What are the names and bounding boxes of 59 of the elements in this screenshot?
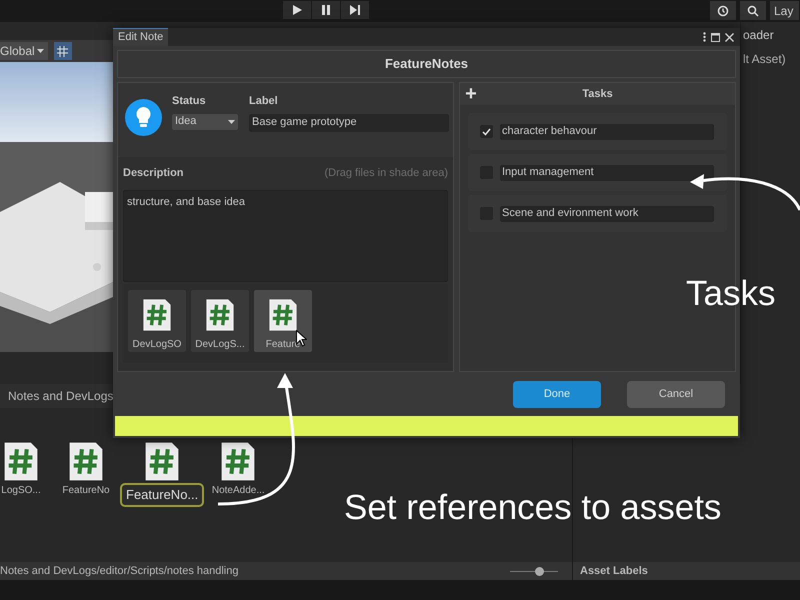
inspector-title: oader <box>743 27 775 44</box>
add-task-button[interactable]: + <box>460 83 482 105</box>
zoom-slider[interactable] <box>510 566 558 576</box>
history-button[interactable] <box>710 1 736 20</box>
description-hint: (Drag files in shade area) <box>324 166 448 181</box>
description-label: Description <box>123 166 184 181</box>
asset-item[interactable]: FeatureNo <box>55 441 117 506</box>
annotation-text: Tasks <box>686 273 776 315</box>
task-field[interactable]: Scene and evironment work <box>500 206 714 222</box>
play-button[interactable] <box>283 1 311 19</box>
task-field[interactable]: Input management <box>500 164 714 180</box>
window-tab[interactable]: Edit Note <box>113 28 168 46</box>
reference-item[interactable]: DevLogSO <box>128 290 186 352</box>
reference-item[interactable]: Feature <box>254 290 312 352</box>
play-icon <box>292 5 302 15</box>
asset-item[interactable]: FeatureNo... <box>120 441 204 506</box>
close-icon[interactable] <box>725 32 734 42</box>
step-icon <box>350 5 360 15</box>
note-title: FeatureNotes <box>384 55 468 74</box>
script-file-icon <box>220 441 256 482</box>
breadcrumb[interactable]: Notes and DevLogs <box>0 387 114 405</box>
script-file-icon <box>142 298 172 332</box>
script-file-icon <box>3 441 39 482</box>
asset-item[interactable]: NoteAdde... <box>207 441 270 506</box>
search-icon <box>747 4 759 16</box>
pause-button[interactable] <box>312 1 340 19</box>
grid-snap-button[interactable] <box>54 42 72 60</box>
history-icon <box>717 4 729 16</box>
path-text: Notes and DevLogs/editor/Scripts/notes handling <box>0 564 238 579</box>
label-field[interactable]: Base game prototype <box>249 114 449 132</box>
dialog-button[interactable]: Cancel <box>627 381 725 408</box>
maximize-icon[interactable] <box>711 32 720 42</box>
caret-icon <box>228 120 235 124</box>
task-checkbox[interactable] <box>480 125 493 138</box>
annotation-text: Set references to assets <box>344 487 722 529</box>
script-file-icon <box>205 298 235 332</box>
label-label: Label <box>249 94 279 109</box>
step-button[interactable] <box>341 1 369 19</box>
status-label: Status <box>172 94 207 109</box>
pivot-dropdown[interactable]: Global <box>0 42 48 60</box>
reference-item[interactable]: DevLogS... <box>191 290 249 352</box>
lightbulb-icon <box>125 99 162 136</box>
more-icon[interactable] <box>703 32 706 42</box>
task-field[interactable]: character behavour <box>500 124 714 140</box>
asset-item[interactable]: LogSO... <box>0 441 52 506</box>
pause-icon <box>322 5 330 15</box>
script-file-icon <box>268 298 298 332</box>
script-file-icon <box>144 441 180 482</box>
inspector-subtitle: lt Asset) <box>743 51 787 68</box>
layout-button[interactable]: Lay <box>770 1 800 20</box>
script-file-icon <box>68 441 104 482</box>
grid-icon <box>57 46 68 56</box>
search-button[interactable] <box>740 1 766 20</box>
tasks-title: Tasks <box>581 86 614 102</box>
check-icon <box>482 128 491 136</box>
status-dropdown[interactable]: Idea <box>172 114 238 130</box>
asset-labels-title: Asset Labels <box>580 564 648 579</box>
caret-icon <box>36 49 44 53</box>
description-field[interactable]: structure, and base idea <box>123 190 448 282</box>
